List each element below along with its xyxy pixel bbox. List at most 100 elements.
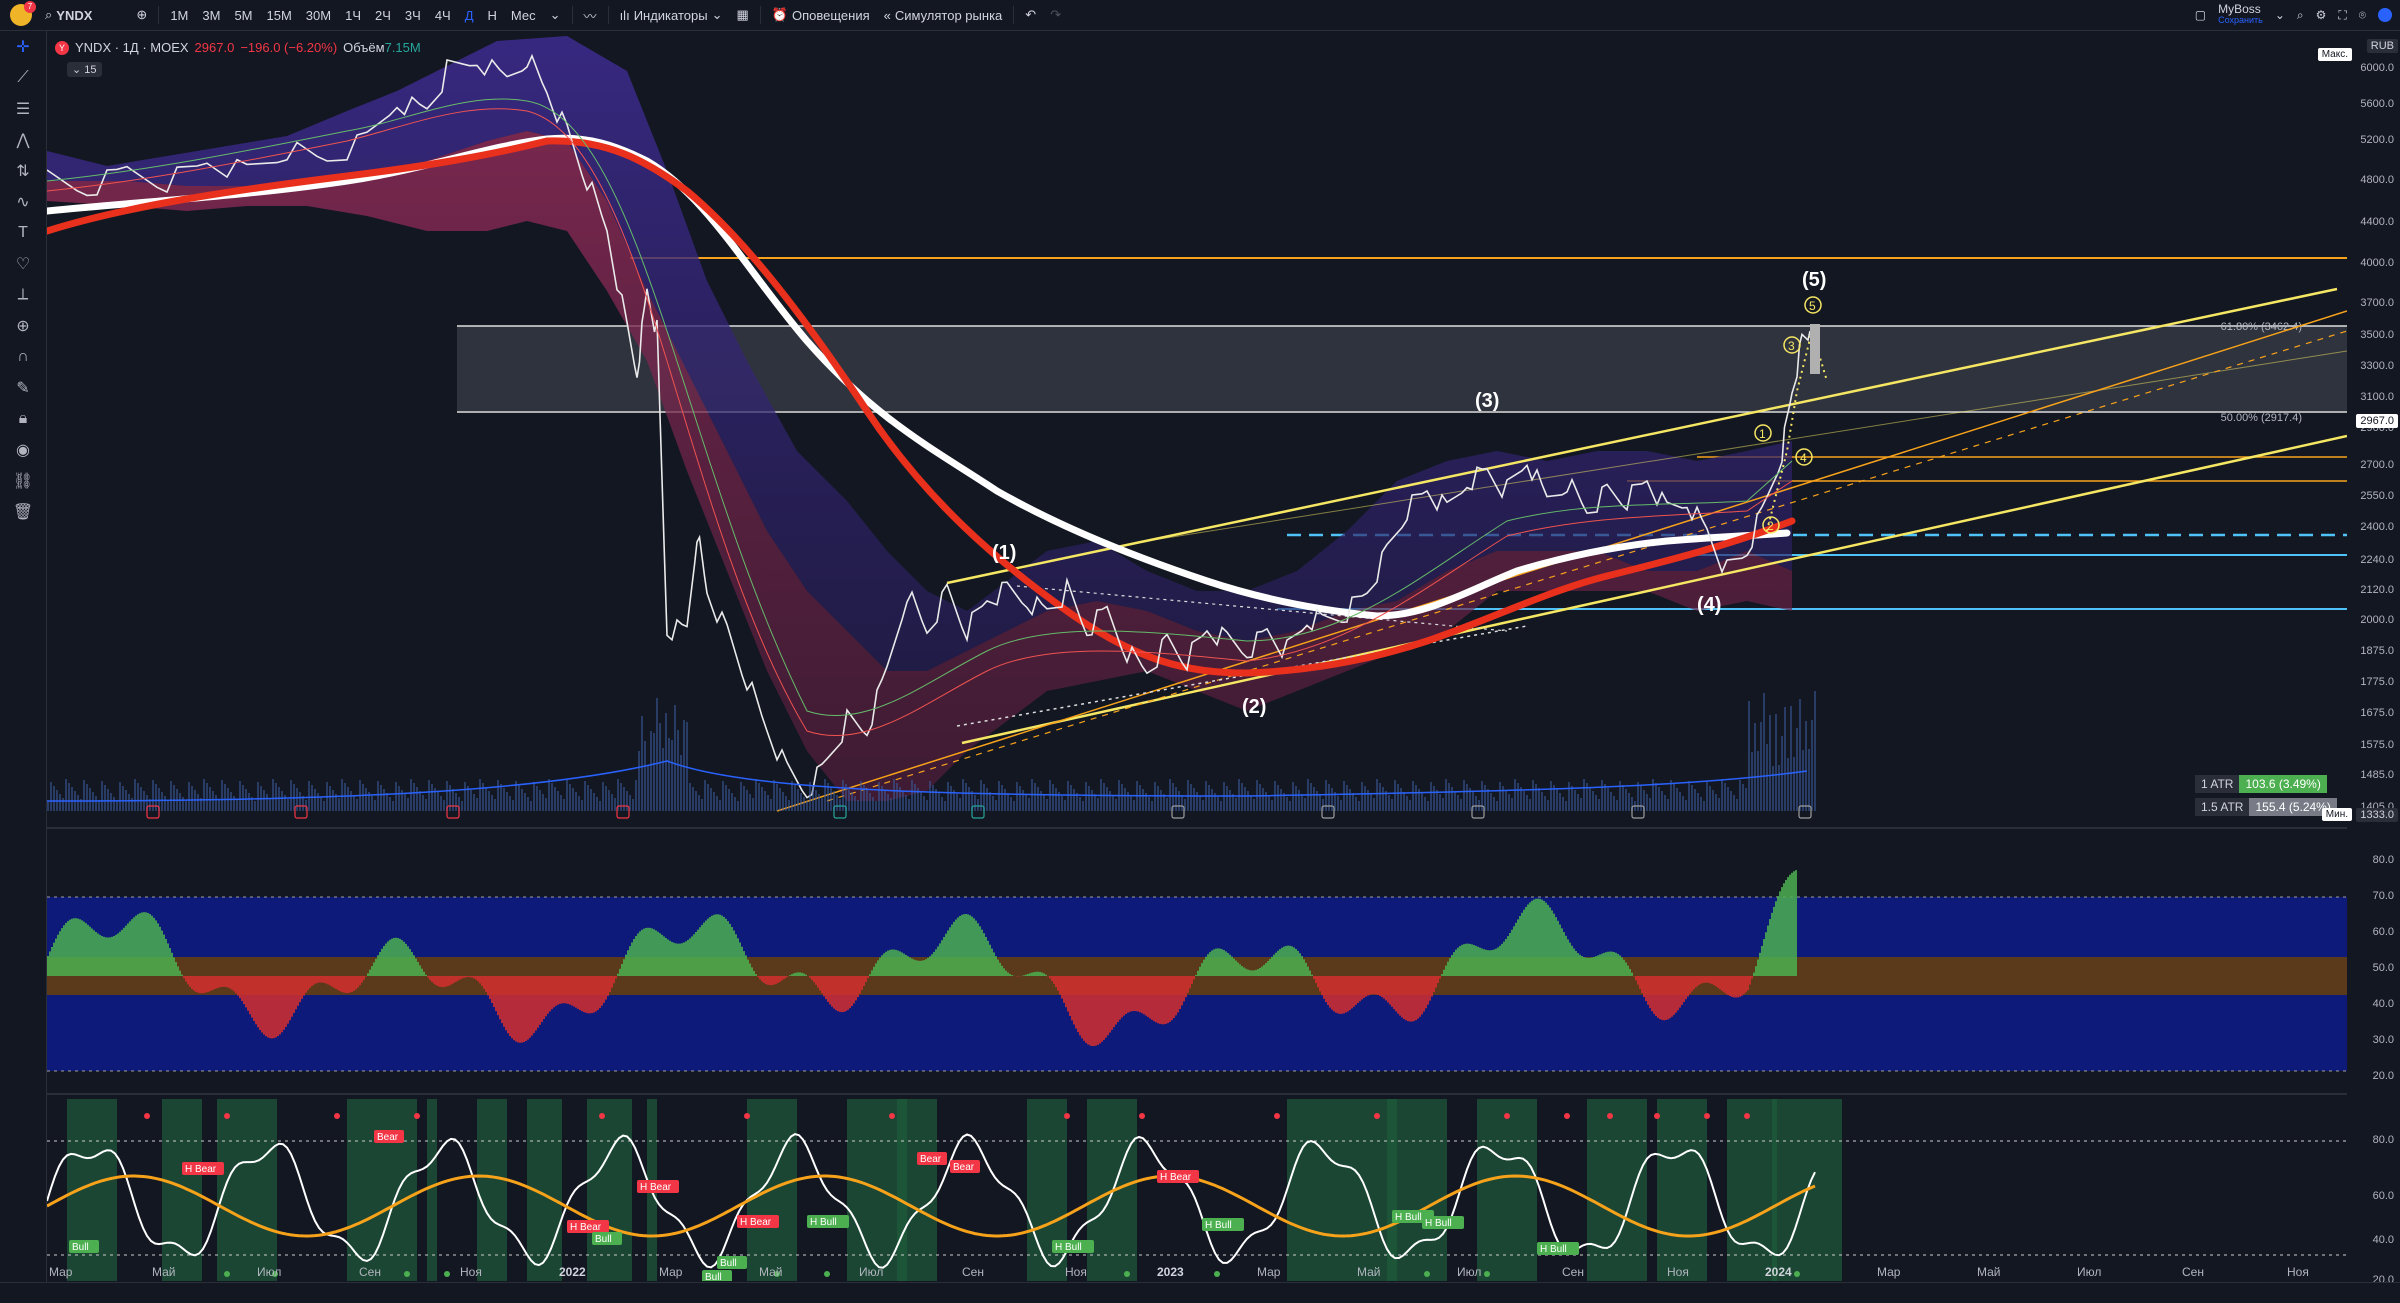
interval-6[interactable]: 2Ч: [368, 8, 398, 23]
alerts-button[interactable]: ⏰Оповещения: [765, 7, 877, 23]
rsi-bar: [619, 969, 621, 976]
rsi-bar: [1127, 976, 1129, 1013]
volume-bar: [1310, 783, 1312, 811]
eye-icon[interactable]: ◉: [0, 434, 46, 465]
rsi-bar: [1781, 887, 1783, 976]
interval-3[interactable]: 15М: [260, 8, 299, 23]
rsi-bar: [73, 918, 75, 976]
rsi-bar: [1539, 899, 1541, 976]
bear-dot: [1504, 1113, 1510, 1119]
prediction-icon[interactable]: ⇅: [0, 155, 46, 186]
price-axis[interactable]: RUB Макс. 6000.05600.05200.04800.04400.0…: [2347, 31, 2400, 1281]
publish-icon[interactable]: [2378, 8, 2392, 22]
rsi-bar: [1227, 953, 1229, 976]
volume-bar: [59, 794, 61, 811]
chart-canvas[interactable]: 61.80% (3462.4) 50.00% (2917.4): [47, 31, 2347, 1281]
currency-selector[interactable]: RUB: [2367, 39, 2398, 53]
layouts-button[interactable]: ▦: [730, 7, 756, 23]
time-axis[interactable]: МарМайИюлСенНоя2022МарМайИюлСенНоя2023Ма…: [47, 1262, 2347, 1282]
indicators-button[interactable]: ılıИндикаторы⌄: [613, 7, 730, 23]
volume-bar: [323, 801, 325, 811]
ruler-icon[interactable]: ⟂: [0, 279, 46, 310]
text-icon[interactable]: T: [0, 217, 46, 248]
interval-2[interactable]: 5М: [227, 8, 259, 23]
rsi-bar: [1573, 949, 1575, 976]
rsi-bar: [913, 959, 915, 976]
rsi-bar: [1607, 952, 1609, 976]
volume-bar: [191, 786, 193, 811]
volume-bar: [419, 791, 421, 811]
collapse-badge[interactable]: ⌄ 15: [67, 62, 102, 77]
interval-dropdown[interactable]: ⌄: [543, 7, 568, 23]
fullscreen-icon[interactable]: ⛶: [2338, 8, 2346, 23]
rsi-bar: [243, 976, 245, 1004]
pattern-icon[interactable]: ⋀: [0, 124, 46, 155]
heart-icon[interactable]: ♡: [0, 248, 46, 279]
volume-bar: [1622, 785, 1624, 811]
volume-bar: [1493, 797, 1495, 811]
interval-10[interactable]: Н: [481, 8, 504, 23]
legend-title[interactable]: YNDX · 1Д · MOEX: [75, 40, 189, 55]
crosshair-icon[interactable]: ✛: [0, 31, 46, 62]
volume-bar: [1415, 785, 1417, 811]
rsi-bar: [1263, 965, 1265, 976]
interval-1[interactable]: 3М: [195, 8, 227, 23]
brush-icon[interactable]: ∿: [0, 186, 46, 217]
price-tick: 1875.0: [2360, 645, 2394, 657]
volume-bar: [1703, 801, 1705, 811]
interval-11[interactable]: Мес: [504, 8, 543, 23]
interval-5[interactable]: 1Ч: [338, 8, 368, 23]
volume-bar: [1370, 794, 1372, 811]
replay-button[interactable]: «Симулятор рынка: [877, 8, 1010, 23]
volume-bar: [1640, 786, 1642, 811]
volume-bar: [1463, 780, 1465, 811]
volume-bar: [737, 801, 739, 811]
camera-icon[interactable]: ⌾: [2359, 8, 2366, 23]
chart-type-button[interactable]: 〰: [577, 6, 604, 25]
rsi-bar: [851, 976, 853, 1006]
interval-7[interactable]: 3Ч: [398, 8, 428, 23]
account-menu[interactable]: MyBossСохранить: [2218, 4, 2263, 26]
interval-4[interactable]: 30М: [299, 8, 338, 23]
interval-0[interactable]: 1М: [163, 8, 195, 23]
link-icon[interactable]: ⛓︎: [0, 465, 46, 496]
rsi-bar: [533, 976, 535, 1033]
search-icon[interactable]: ⌕: [2297, 8, 2304, 23]
price-pane: 61.80% (3462.4) 50.00% (2917.4): [47, 36, 2347, 818]
atr-1-label: 1 ATR: [2195, 775, 2239, 793]
bull-zone: [1027, 1099, 1067, 1281]
rsi-bar: [823, 976, 825, 996]
pencil-lock-icon[interactable]: ✎: [0, 372, 46, 403]
symbol-search[interactable]: ⌕YNDX: [38, 7, 99, 23]
rsi-bar: [1095, 976, 1097, 1046]
zoom-in-icon[interactable]: ⊕: [0, 310, 46, 341]
rsi-bar: [1761, 946, 1763, 976]
layout-icon[interactable]: ▢: [2195, 8, 2206, 22]
volume-bar: [851, 792, 853, 811]
volume-bar: [695, 791, 697, 811]
interval-8[interactable]: 4Ч: [428, 8, 458, 23]
rsi-bar: [535, 976, 537, 1030]
volume-bar: [1706, 782, 1708, 811]
rsi-bar: [389, 940, 391, 976]
rsi-bar: [677, 944, 679, 976]
redo-button[interactable]: ↷: [1043, 7, 1068, 23]
magnet-icon[interactable]: ∩: [0, 341, 46, 372]
rsi-bar: [1533, 900, 1535, 976]
bear-label: H Bear: [1160, 1172, 1192, 1183]
add-symbol-button[interactable]: ⊕: [129, 7, 154, 23]
interval-9[interactable]: Д: [458, 8, 481, 23]
trash-icon[interactable]: 🗑︎: [0, 496, 46, 527]
rsi-bar: [1465, 944, 1467, 976]
rsi-bar: [1637, 976, 1639, 985]
user-avatar[interactable]: 7: [10, 4, 32, 26]
rsi-bar: [143, 912, 145, 976]
fib-icon[interactable]: ☰: [0, 93, 46, 124]
gear-icon[interactable]: ⚙: [2316, 8, 2327, 22]
trendline-icon[interactable]: ⟋: [0, 62, 46, 93]
chevron-down-icon[interactable]: ⌄: [2275, 8, 2285, 22]
rsi-bar: [657, 932, 659, 976]
lock-icon[interactable]: 🔒︎: [0, 403, 46, 434]
undo-button[interactable]: ↶: [1018, 7, 1043, 23]
rsi-bar: [121, 930, 123, 976]
